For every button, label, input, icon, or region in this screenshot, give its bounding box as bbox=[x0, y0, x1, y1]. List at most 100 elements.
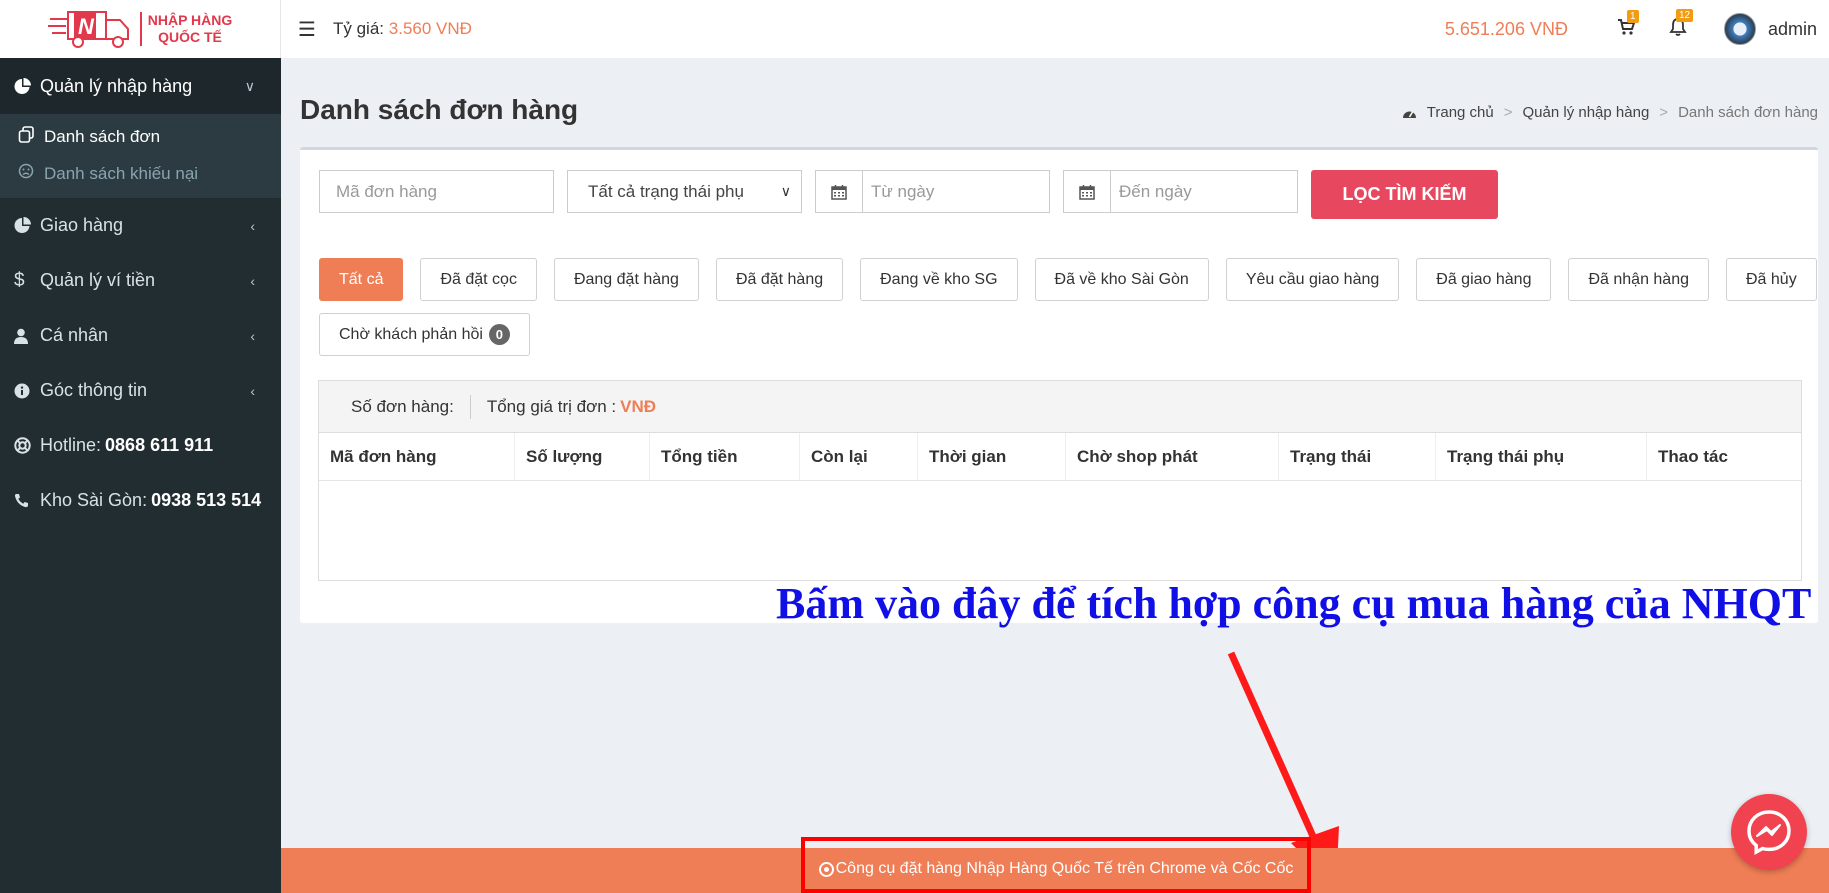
tab-delivered[interactable]: Đã giao hàng bbox=[1416, 258, 1552, 301]
tab-label: Đã về kho Sài Gòn bbox=[1054, 270, 1189, 288]
exchange-rate-label: Tỷ giá: bbox=[333, 19, 385, 38]
breadcrumb-import-management[interactable]: Quản lý nhập hàng bbox=[1523, 104, 1650, 121]
column-header[interactable]: Chờ shop phát bbox=[1066, 433, 1279, 480]
chevron-left-icon: ‹ bbox=[250, 327, 255, 344]
sidebar-subitem-order-list[interactable]: Danh sách đơn bbox=[0, 118, 281, 155]
wallet-balance[interactable]: 5.651.206 VNĐ bbox=[1445, 19, 1568, 40]
tab-delivery-request[interactable]: Yêu cầu giao hàng bbox=[1225, 258, 1400, 301]
order-table: Số đơn hàng: Tổng giá trị đơn : VNĐ Mã đ… bbox=[318, 380, 1802, 581]
column-header[interactable]: Còn lại bbox=[800, 433, 918, 480]
breadcrumb-separator: > bbox=[1659, 104, 1669, 121]
user-menu[interactable]: admin bbox=[1723, 13, 1817, 45]
tab-all[interactable]: Tất cả bbox=[319, 258, 404, 301]
sidebar-item-label: Quản lý nhập hàng bbox=[40, 75, 193, 96]
calendar-icon bbox=[816, 171, 863, 212]
logo-mark: N NHẬP HÀNG QUỐC TẾ bbox=[47, 7, 232, 51]
cart-count-badge: 1 bbox=[1626, 9, 1639, 23]
username: admin bbox=[1767, 18, 1817, 39]
tab-awaiting-response[interactable]: Chờ khách phản hồi 0 bbox=[319, 313, 530, 356]
sidebar-subitem-label: Danh sách khiếu nại bbox=[44, 163, 199, 183]
pie-chart-icon bbox=[14, 77, 40, 95]
sidebar-warehouse-phone[interactable]: Kho Sài Gòn: 0938 513 514 bbox=[0, 473, 281, 528]
status-tabs: Tất cả Đã đặt cọc Đang đặt hàng Đã đặt h… bbox=[319, 258, 1819, 356]
notification-button[interactable]: 12 bbox=[1652, 8, 1704, 42]
breadcrumb-home[interactable]: Trang chủ bbox=[1427, 104, 1494, 121]
sidebar-subitem-label: Danh sách đơn bbox=[44, 126, 161, 146]
main-content: Danh sách đơn hàng Trang chủ > Quản lý n… bbox=[281, 58, 1829, 893]
sidebar-subitem-complaint-list[interactable]: Danh sách khiếu nại bbox=[0, 155, 281, 192]
tab-label: Đã giao hàng bbox=[1436, 270, 1532, 288]
logo[interactable]: N NHẬP HÀNG QUỐC TẾ bbox=[0, 0, 281, 58]
tab-label: Yêu cầu giao hàng bbox=[1245, 270, 1380, 288]
order-code-input[interactable]: Mã đơn hàng bbox=[319, 170, 554, 213]
tab-label: Đang đặt hàng bbox=[573, 270, 679, 288]
to-date-input[interactable]: Đến ngày bbox=[1063, 170, 1298, 213]
extension-tool-label: Công cụ đặt hàng Nhập Hàng Quốc Tế trên … bbox=[835, 860, 1294, 877]
sidebar-item-info-corner[interactable]: Góc thông tin ‹ bbox=[0, 363, 281, 418]
tab-label: Đã đặt hàng bbox=[735, 270, 824, 288]
warehouse-number: 0938 513 514 bbox=[151, 490, 262, 510]
sidebar-item-profile[interactable]: Cá nhân ‹ bbox=[0, 308, 281, 363]
sidebar-item-delivery[interactable]: Giao hàng ‹ bbox=[0, 198, 281, 253]
order-count-label: Số đơn hàng: bbox=[351, 396, 454, 416]
order-code-placeholder: Mã đơn hàng bbox=[336, 181, 437, 201]
sidebar: Quản lý nhập hàng ∨ Danh sách đơn Danh s… bbox=[0, 58, 281, 893]
tab-ordered[interactable]: Đã đặt hàng bbox=[715, 258, 844, 301]
chevron-down-icon: ∨ bbox=[780, 183, 791, 199]
dollar-icon: $ bbox=[14, 269, 25, 291]
hotline-label: Hotline: bbox=[40, 435, 102, 455]
messenger-chat-button[interactable] bbox=[1731, 794, 1807, 870]
breadcrumb-current: Danh sách đơn hàng bbox=[1678, 104, 1818, 121]
sidebar-item-label: Cá nhân bbox=[40, 325, 109, 345]
tab-cancelled[interactable]: Đã hủy bbox=[1726, 258, 1817, 301]
page-title: Danh sách đơn hàng bbox=[300, 94, 579, 125]
from-date-input[interactable]: Từ ngày bbox=[815, 170, 1050, 213]
chrome-icon bbox=[818, 861, 834, 877]
column-header[interactable]: Mã đơn hàng bbox=[319, 433, 515, 480]
extension-tool-link[interactable]: Công cụ đặt hàng Nhập Hàng Quốc Tế trên … bbox=[801, 837, 1311, 893]
chevron-left-icon: ‹ bbox=[250, 217, 255, 234]
cart-button[interactable]: 1 bbox=[1600, 9, 1652, 41]
truck-logo-icon: N bbox=[47, 11, 129, 48]
avatar bbox=[1723, 13, 1756, 45]
filter-search-button[interactable]: LỌC TÌM KIẾM bbox=[1311, 170, 1498, 219]
total-value-currency: VNĐ bbox=[620, 396, 657, 416]
breadcrumb: Trang chủ > Quản lý nhập hàng > Danh sác… bbox=[1402, 104, 1818, 121]
tab-label: Tất cả bbox=[339, 270, 384, 288]
sidebar-item-import-management[interactable]: Quản lý nhập hàng ∨ bbox=[0, 58, 281, 114]
sidebar-item-wallet[interactable]: $ Quản lý ví tiền ‹ bbox=[0, 253, 281, 308]
order-summary: Số đơn hàng: Tổng giá trị đơn : VNĐ bbox=[319, 381, 1801, 433]
navbar-right: 5.651.206 VNĐ 1 12 admin bbox=[1445, 0, 1829, 58]
dashboard-icon bbox=[1402, 111, 1416, 118]
menu-toggle-button[interactable]: ☰ bbox=[281, 17, 333, 42]
tab-shipping-to-sg[interactable]: Đang về kho SG bbox=[860, 258, 1018, 301]
filter-row: Mã đơn hàng Tất cả trạng thái phụ ∨ Từ n… bbox=[319, 170, 1498, 219]
exchange-rate-value: 3.560 VNĐ bbox=[388, 19, 472, 38]
tab-ordering[interactable]: Đang đặt hàng bbox=[553, 258, 699, 301]
tab-label: Chờ khách phản hồi bbox=[339, 325, 483, 343]
sidebar-hotline[interactable]: Hotline: 0868 611 911 bbox=[0, 418, 281, 473]
column-header[interactable]: Thao tác bbox=[1647, 433, 1801, 480]
sub-status-selected: Tất cả trạng thái phụ bbox=[588, 181, 744, 201]
tab-label: Đã đặt cọc bbox=[440, 270, 517, 288]
annotation-text: Bấm vào đây để tích hợp công cụ mua hàng… bbox=[776, 579, 1812, 628]
sub-status-select[interactable]: Tất cả trạng thái phụ ∨ bbox=[567, 170, 802, 213]
chevron-down-icon: ∨ bbox=[244, 77, 255, 94]
breadcrumb-separator: > bbox=[1503, 104, 1513, 121]
column-header[interactable]: Tổng tiền bbox=[650, 433, 800, 480]
from-date-placeholder: Từ ngày bbox=[871, 181, 935, 201]
exchange-rate: Tỷ giá: 3.560 VNĐ bbox=[333, 19, 472, 39]
calendar-icon bbox=[1064, 171, 1111, 212]
tab-deposited[interactable]: Đã đặt cọc bbox=[420, 258, 537, 301]
total-value-label: Tổng giá trị đơn : bbox=[486, 396, 617, 416]
table-header: Mã đơn hàng Số lượng Tổng tiền Còn lại T… bbox=[319, 433, 1801, 481]
lifebuoy-icon bbox=[14, 437, 40, 454]
column-header[interactable]: Số lượng bbox=[515, 433, 650, 480]
column-header[interactable]: Trạng thái phụ bbox=[1436, 433, 1647, 480]
column-header[interactable]: Thời gian bbox=[918, 433, 1066, 480]
tab-label: Đã nhận hàng bbox=[1588, 270, 1689, 288]
tab-received[interactable]: Đã nhận hàng bbox=[1568, 258, 1709, 301]
column-header[interactable]: Trạng thái bbox=[1279, 433, 1436, 480]
tab-arrived-saigon[interactable]: Đã về kho Sài Gòn bbox=[1034, 258, 1209, 301]
logo-line-2: QUỐC TẾ bbox=[158, 29, 222, 45]
